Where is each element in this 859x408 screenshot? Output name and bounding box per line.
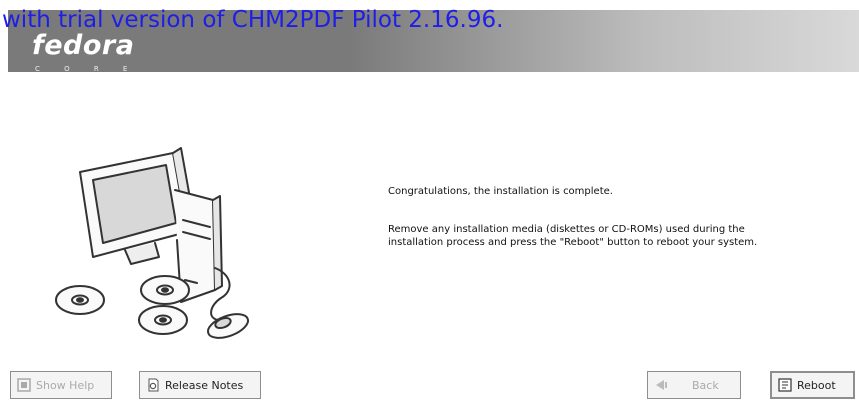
release-notes-button[interactable]: Release Notes — [139, 371, 261, 399]
show-help-button[interactable]: Show Help — [10, 371, 112, 399]
notes-icon — [148, 378, 159, 392]
watermark-text: with trial version of CHM2PDF Pilot 2.16… — [2, 7, 504, 33]
back-arrow-icon — [656, 380, 667, 390]
computer-with-discs-icon — [55, 147, 250, 339]
reboot-button[interactable]: Reboot — [770, 371, 855, 399]
completion-message: Congratulations, the installation is com… — [388, 186, 613, 197]
release-notes-label: Release Notes — [165, 378, 244, 392]
reboot-icon — [778, 378, 792, 392]
fedora-logo: fedora — [32, 30, 135, 61]
reboot-label: Reboot — [797, 378, 836, 392]
show-help-label: Show Help — [36, 378, 95, 392]
fedora-logo-subtext: C O R E — [35, 65, 139, 73]
instruction-message: Remove any installation media (diskettes… — [388, 224, 758, 248]
help-icon — [17, 378, 31, 392]
back-button[interactable]: Back — [647, 371, 741, 399]
back-label: Back — [692, 378, 719, 392]
